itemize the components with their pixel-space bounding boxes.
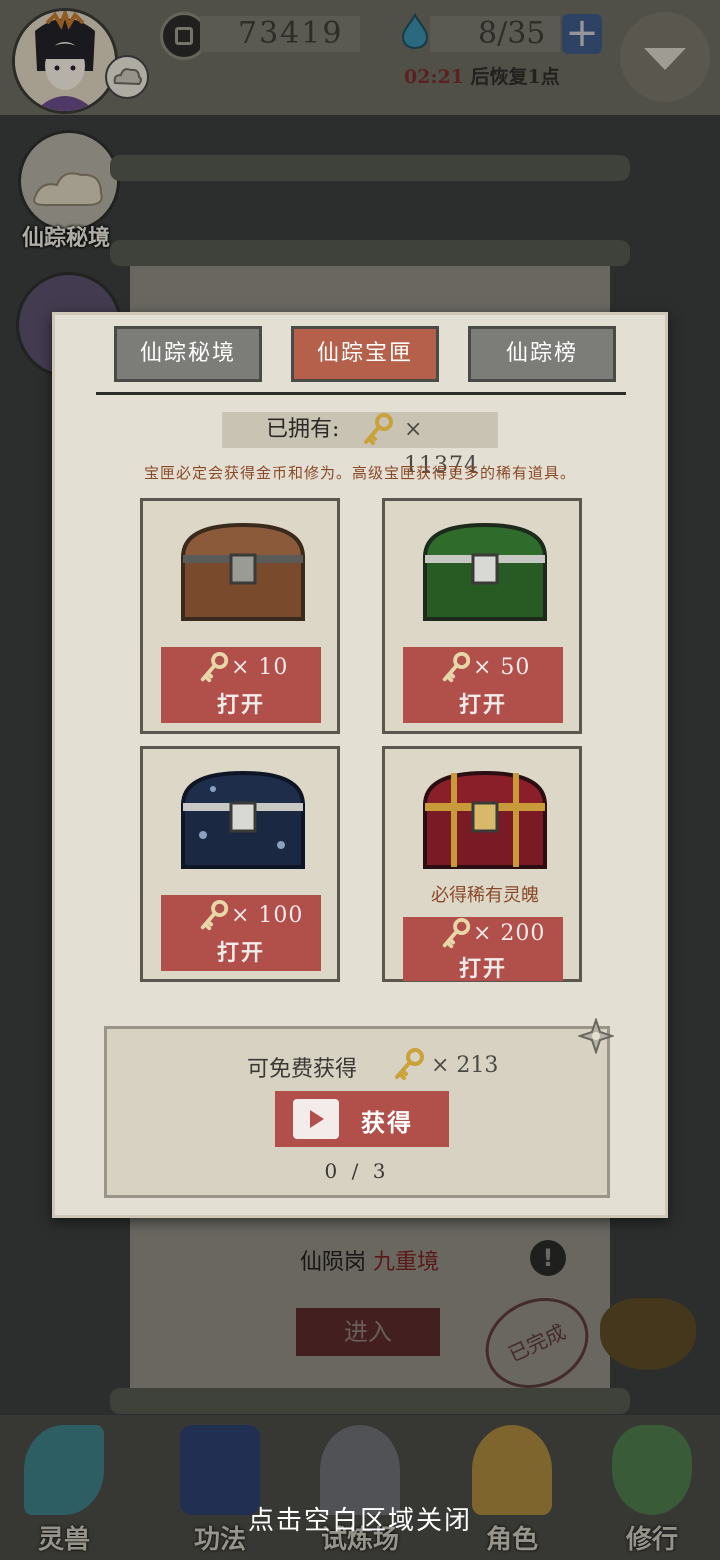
- rare-note: 必得稀有灵魄: [431, 885, 539, 906]
- chest-card-red: 必得稀有灵魄 × 200 打开: [382, 746, 582, 982]
- red-chest-icon: [422, 770, 548, 869]
- tab-divider: [96, 392, 626, 395]
- open-label: 打开: [458, 956, 507, 982]
- free-value: × 213: [431, 1053, 499, 1078]
- description-text: 宝匣必定会获得金币和修为。高级宝匣获得更多的稀有道具。: [143, 464, 576, 482]
- close-hint: 点击空白区域关闭: [247, 1506, 472, 1536]
- watch-video-get-button[interactable]: 获得: [275, 1091, 449, 1147]
- key-icon: [200, 651, 229, 683]
- cost-value: × 50: [473, 655, 531, 680]
- chest-card-green: × 50 打开: [382, 498, 582, 734]
- green-chest-icon: [422, 522, 548, 621]
- free-keys-panel: 可免费获得 × 213 获得 0 / 3: [104, 1026, 610, 1198]
- key-icon: [391, 1047, 427, 1087]
- cost-value: × 10: [231, 655, 289, 680]
- tab-ranking[interactable]: 仙踪榜: [468, 326, 616, 382]
- video-play-icon: [293, 1099, 339, 1139]
- cost-value: × 100: [231, 903, 304, 928]
- open-label: 打开: [216, 692, 265, 718]
- key-icon: [200, 899, 229, 931]
- owned-label: 已拥有:: [266, 417, 340, 442]
- key-icon: [442, 651, 471, 683]
- chest-card-wooden: × 10 打开: [140, 498, 340, 734]
- cost-value: × 200: [473, 921, 546, 946]
- open-blue-button[interactable]: × 100 打开: [161, 895, 321, 971]
- get-label: 获得: [361, 1108, 413, 1137]
- open-green-button[interactable]: × 50 打开: [403, 647, 563, 723]
- open-label: 打开: [458, 692, 507, 718]
- free-label: 可免费获得: [247, 1057, 358, 1082]
- chest-card-blue: × 100 打开: [140, 746, 340, 982]
- open-label: 打开: [216, 940, 265, 966]
- open-red-button[interactable]: × 200 打开: [403, 917, 563, 982]
- blue-chest-icon: [180, 770, 306, 869]
- tab-treasure-box[interactable]: 仙踪宝匣: [291, 326, 439, 382]
- tab-secret-realm[interactable]: 仙踪秘境: [114, 326, 262, 382]
- key-icon: [442, 917, 471, 949]
- key-icon: [360, 412, 396, 460]
- owned-keys-bar: 已拥有: × 11374: [222, 412, 498, 478]
- free-count: 0 / 3: [324, 1159, 390, 1183]
- open-wooden-button[interactable]: × 10 打开: [161, 647, 321, 723]
- pin-icon: [576, 1016, 616, 1056]
- wooden-chest-icon: [180, 522, 306, 621]
